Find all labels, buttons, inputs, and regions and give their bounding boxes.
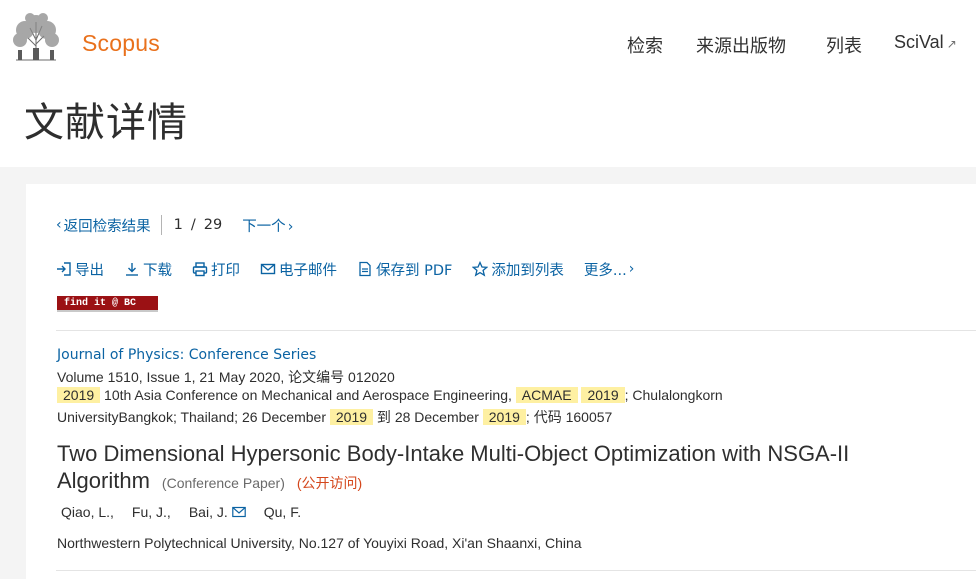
nav-search[interactable]: 检索 — [627, 32, 663, 58]
scopus-brand[interactable]: Scopus — [82, 30, 160, 57]
author-link[interactable]: Fu, J., — [132, 504, 171, 520]
external-link-icon: ↗ — [946, 37, 957, 51]
section-divider — [56, 570, 976, 571]
save-pdf-button[interactable]: 保存到 PDF — [357, 259, 452, 280]
email-button[interactable]: 电子邮件 — [260, 259, 337, 280]
highlight-term: 2019 — [329, 409, 374, 425]
star-icon — [472, 261, 489, 277]
conference-date-to: 到 28 December — [373, 409, 483, 425]
result-navigation: ‹ 返回检索结果 1 / 29 下一个 › — [56, 214, 293, 236]
next-result-label: 下一个 — [242, 218, 286, 235]
back-to-results-link[interactable]: ‹ 返回检索结果 — [56, 215, 151, 236]
document-toolbar: 导出 下载 打印 电子邮件 保存到 PDF 添加到列表 更多... › — [56, 257, 636, 281]
export-button[interactable]: 导出 — [56, 259, 104, 280]
pdf-icon — [359, 261, 371, 277]
volume-line: Volume 1510, Issue 1, 21 May 2020, 论文编号 … — [57, 369, 395, 385]
conference-venue: UniversityBangkok; Thailand; 26 December — [57, 409, 330, 425]
nav-sources[interactable]: 来源出版物 — [696, 32, 786, 58]
page-title: 文献详情 — [24, 100, 188, 146]
save-pdf-label: 保存到 PDF — [376, 262, 453, 279]
next-result-link[interactable]: 下一个 › — [242, 215, 293, 236]
author-link[interactable]: Qu, F. — [264, 504, 301, 520]
chevron-left-icon: ‹ — [56, 217, 62, 233]
download-button[interactable]: 下载 — [124, 259, 172, 280]
elsevier-tree-logo[interactable] — [8, 10, 64, 62]
add-to-list-label: 添加到列表 — [491, 262, 564, 279]
highlight-term: 2019 — [482, 409, 526, 425]
more-button[interactable]: 更多... › — [584, 259, 636, 280]
pager-slash: / — [190, 217, 196, 233]
find-it-at-bc-button[interactable]: find it @ BC — [57, 296, 158, 312]
envelope-icon — [260, 263, 276, 275]
document-details-card: ‹ 返回检索结果 1/29 下一个 › 导出 下载 打印 电子邮件 保存到 PDF … — [26, 184, 976, 579]
download-icon — [126, 263, 138, 276]
print-button[interactable]: 打印 — [192, 259, 240, 280]
author-link[interactable]: Bai, J. — [189, 504, 228, 520]
conference-code: ; 代码 160057 — [525, 409, 613, 425]
section-divider — [56, 330, 976, 331]
more-label: 更多... — [583, 262, 627, 279]
top-header: Scopus 检索 来源出版物 列表 SciVal ↗ 文献详情 — [0, 0, 976, 167]
journal-link[interactable]: Journal of Physics: Conference Series — [57, 347, 316, 363]
document-type: (Conference Paper) — [161, 475, 285, 491]
nav-scival[interactable]: SciVal ↗ — [894, 32, 957, 53]
pager-total: 29 — [203, 217, 223, 233]
export-label: 导出 — [75, 262, 104, 279]
highlight-term: 2019 — [581, 387, 625, 403]
download-label: 下载 — [143, 262, 172, 279]
result-pager: 1 / 29 — [174, 217, 223, 233]
open-access-badge: (公开访问) — [296, 475, 363, 491]
author-list: Qiao, L., Fu, J., Bai, J. Qu, F. — [61, 504, 319, 520]
author-link[interactable]: Qiao, L., — [61, 504, 114, 520]
conference-dates-line: UniversityBangkok; Thailand; 26 December… — [57, 407, 612, 427]
back-to-results-label: 返回检索结果 — [63, 218, 151, 235]
affiliation: Northwestern Polytechnical University, N… — [57, 535, 582, 551]
chevron-right-icon: › — [287, 218, 294, 235]
highlight-term: ACMAE — [515, 387, 578, 403]
nav-lists[interactable]: 列表 — [826, 32, 862, 58]
document-title-block: Two Dimensional Hypersonic Body-Intake M… — [57, 440, 937, 497]
conference-line: 2019 10th Asia Conference on Mechanical … — [57, 387, 723, 403]
export-icon — [57, 262, 71, 276]
highlight-term: 2019 — [57, 387, 101, 403]
email-label: 电子邮件 — [279, 262, 337, 279]
conference-name: 10th Asia Conference on Mechanical and A… — [100, 387, 516, 403]
printer-icon — [192, 262, 208, 277]
pager-current: 1 — [173, 217, 183, 233]
chevron-right-icon: › — [628, 261, 635, 277]
nav-scival-label: SciVal — [894, 32, 944, 52]
print-label: 打印 — [211, 262, 240, 279]
author-email-icon[interactable] — [231, 506, 246, 518]
conference-location: ; Chulalongkorn — [624, 387, 723, 403]
add-to-list-button[interactable]: 添加到列表 — [472, 259, 564, 280]
nav-separator — [160, 215, 162, 235]
